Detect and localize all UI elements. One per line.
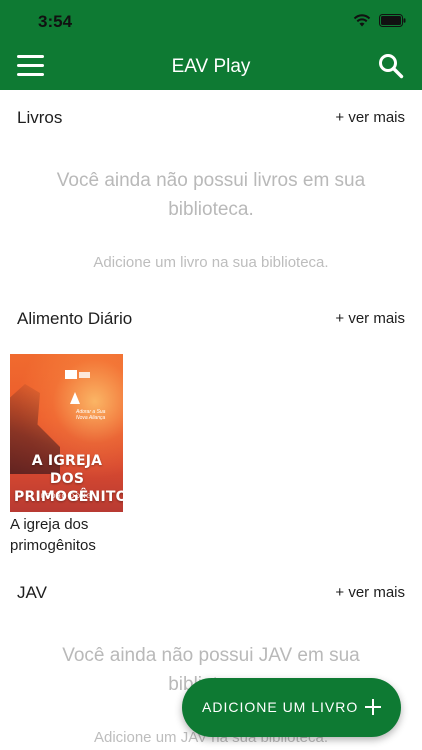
- status-time: 3:54: [38, 12, 73, 31]
- app-title: EAV Play: [171, 56, 251, 77]
- section-title: Alimento Diário: [17, 309, 133, 328]
- battery-icon: [379, 14, 406, 27]
- app-bar: EAV Play: [0, 44, 422, 90]
- add-book-label: ADICIONE UM LIVRO: [202, 699, 359, 715]
- see-more-link[interactable]: + ver mais: [335, 584, 405, 601]
- wifi-icon: [353, 14, 371, 27]
- see-more-link[interactable]: + ver mais: [335, 310, 405, 327]
- section-title: Livros: [17, 108, 63, 127]
- section-header-livros: Livros + ver mais: [0, 102, 422, 132]
- cover-author: PEDRO DONG: [40, 494, 92, 500]
- section-title: JAV: [17, 583, 47, 602]
- book-card[interactable]: Adorar a Sua Nova Aliança A IGREJA DOS P…: [10, 354, 124, 556]
- empty-state-title: Você ainda não possui livros em sua bibl…: [56, 170, 366, 220]
- status-bar: 3:54: [0, 0, 422, 44]
- cover-publisher: Adorar a Sua Nova Aliança: [76, 409, 106, 421]
- search-icon[interactable]: [378, 53, 404, 79]
- publisher-logo: [79, 372, 90, 378]
- book-caption: A igreja dos primogênitos: [10, 516, 96, 554]
- add-book-button[interactable]: ADICIONE UM LIVRO: [182, 678, 401, 737]
- status-icons: [353, 14, 406, 27]
- publisher-logo: [65, 370, 77, 379]
- book-cover: Adorar a Sua Nova Aliança A IGREJA DOS P…: [10, 354, 123, 512]
- see-more-link[interactable]: + ver mais: [335, 109, 405, 126]
- plus-icon: [365, 699, 381, 715]
- section-header-jav: JAV + ver mais: [0, 577, 422, 607]
- empty-state-subtitle: Adicione um livro na sua biblioteca.: [93, 254, 329, 271]
- section-header-alimento-diario: Alimento Diário + ver mais: [0, 303, 422, 333]
